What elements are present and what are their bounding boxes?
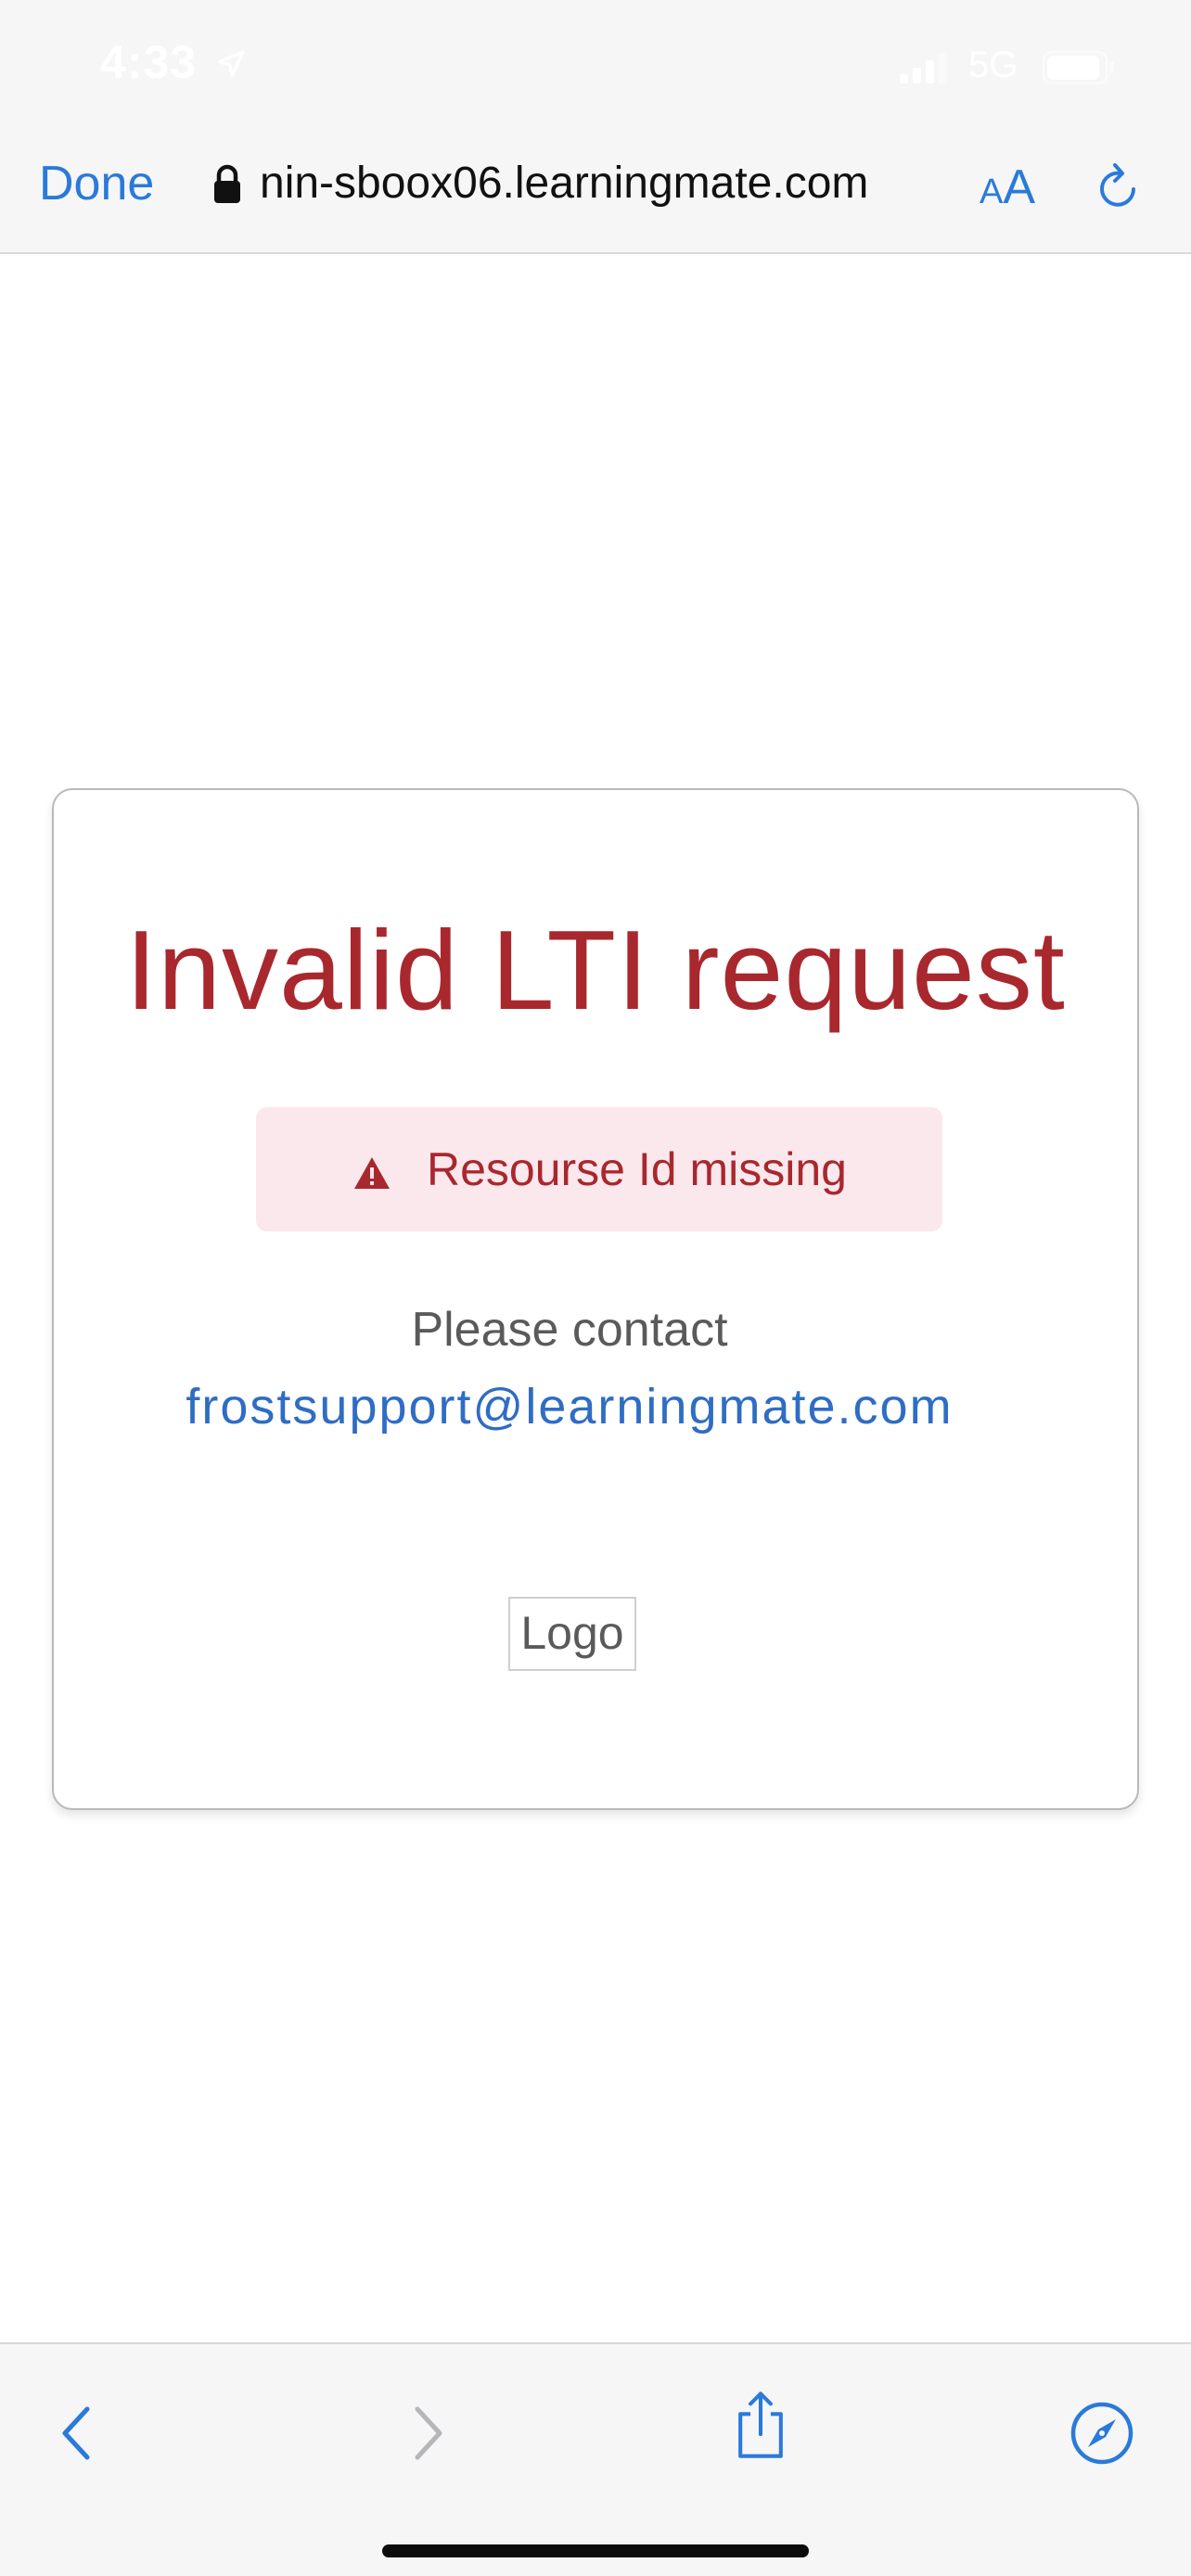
signal-bars-icon [900,53,947,83]
reload-icon[interactable] [1093,159,1145,215]
alert-message: Resourse Id missing [427,1143,847,1195]
back-chevron-icon[interactable] [43,2396,117,2470]
home-indicator [382,2544,809,2557]
alert-box: Resourse Id missing [256,1107,942,1231]
aa-small-label: A [980,172,1004,211]
aa-big-label: A [1003,160,1036,214]
logo-placeholder: Logo [508,1597,636,1671]
location-arrow-icon [217,50,245,77]
network-label: 5G [968,45,1018,85]
url-field[interactable]: nin-sboox06.learningmate.com [260,158,946,209]
lock-icon [214,164,240,203]
battery-icon [1043,50,1114,85]
support-email-link[interactable]: frostsupport@learningmate.com [28,1378,1111,1435]
status-bar: 4:33 5G [0,0,1191,139]
compass-icon[interactable] [1065,2396,1139,2470]
reader-text-size-button[interactable]: AA [980,159,1035,215]
browser-top-chrome: 4:33 5G Done nin-sboox06.learningmate.co… [0,0,1191,254]
safari-address-bar: Done nin-sboox06.learningmate.com AA [0,139,1191,252]
warning-triangle-icon [354,1157,390,1189]
share-icon[interactable] [724,2389,798,2463]
done-button[interactable]: Done [39,156,154,211]
browser-bottom-toolbar [0,2342,1191,2576]
error-card: Invalid LTI request Resourse Id missing … [52,788,1139,1810]
status-time: 4:33 [100,36,198,88]
contact-prefix: Please contact [411,1303,728,1357]
forward-chevron-icon[interactable] [388,2396,462,2470]
page-title: Invalid LTI request [125,907,1066,1033]
